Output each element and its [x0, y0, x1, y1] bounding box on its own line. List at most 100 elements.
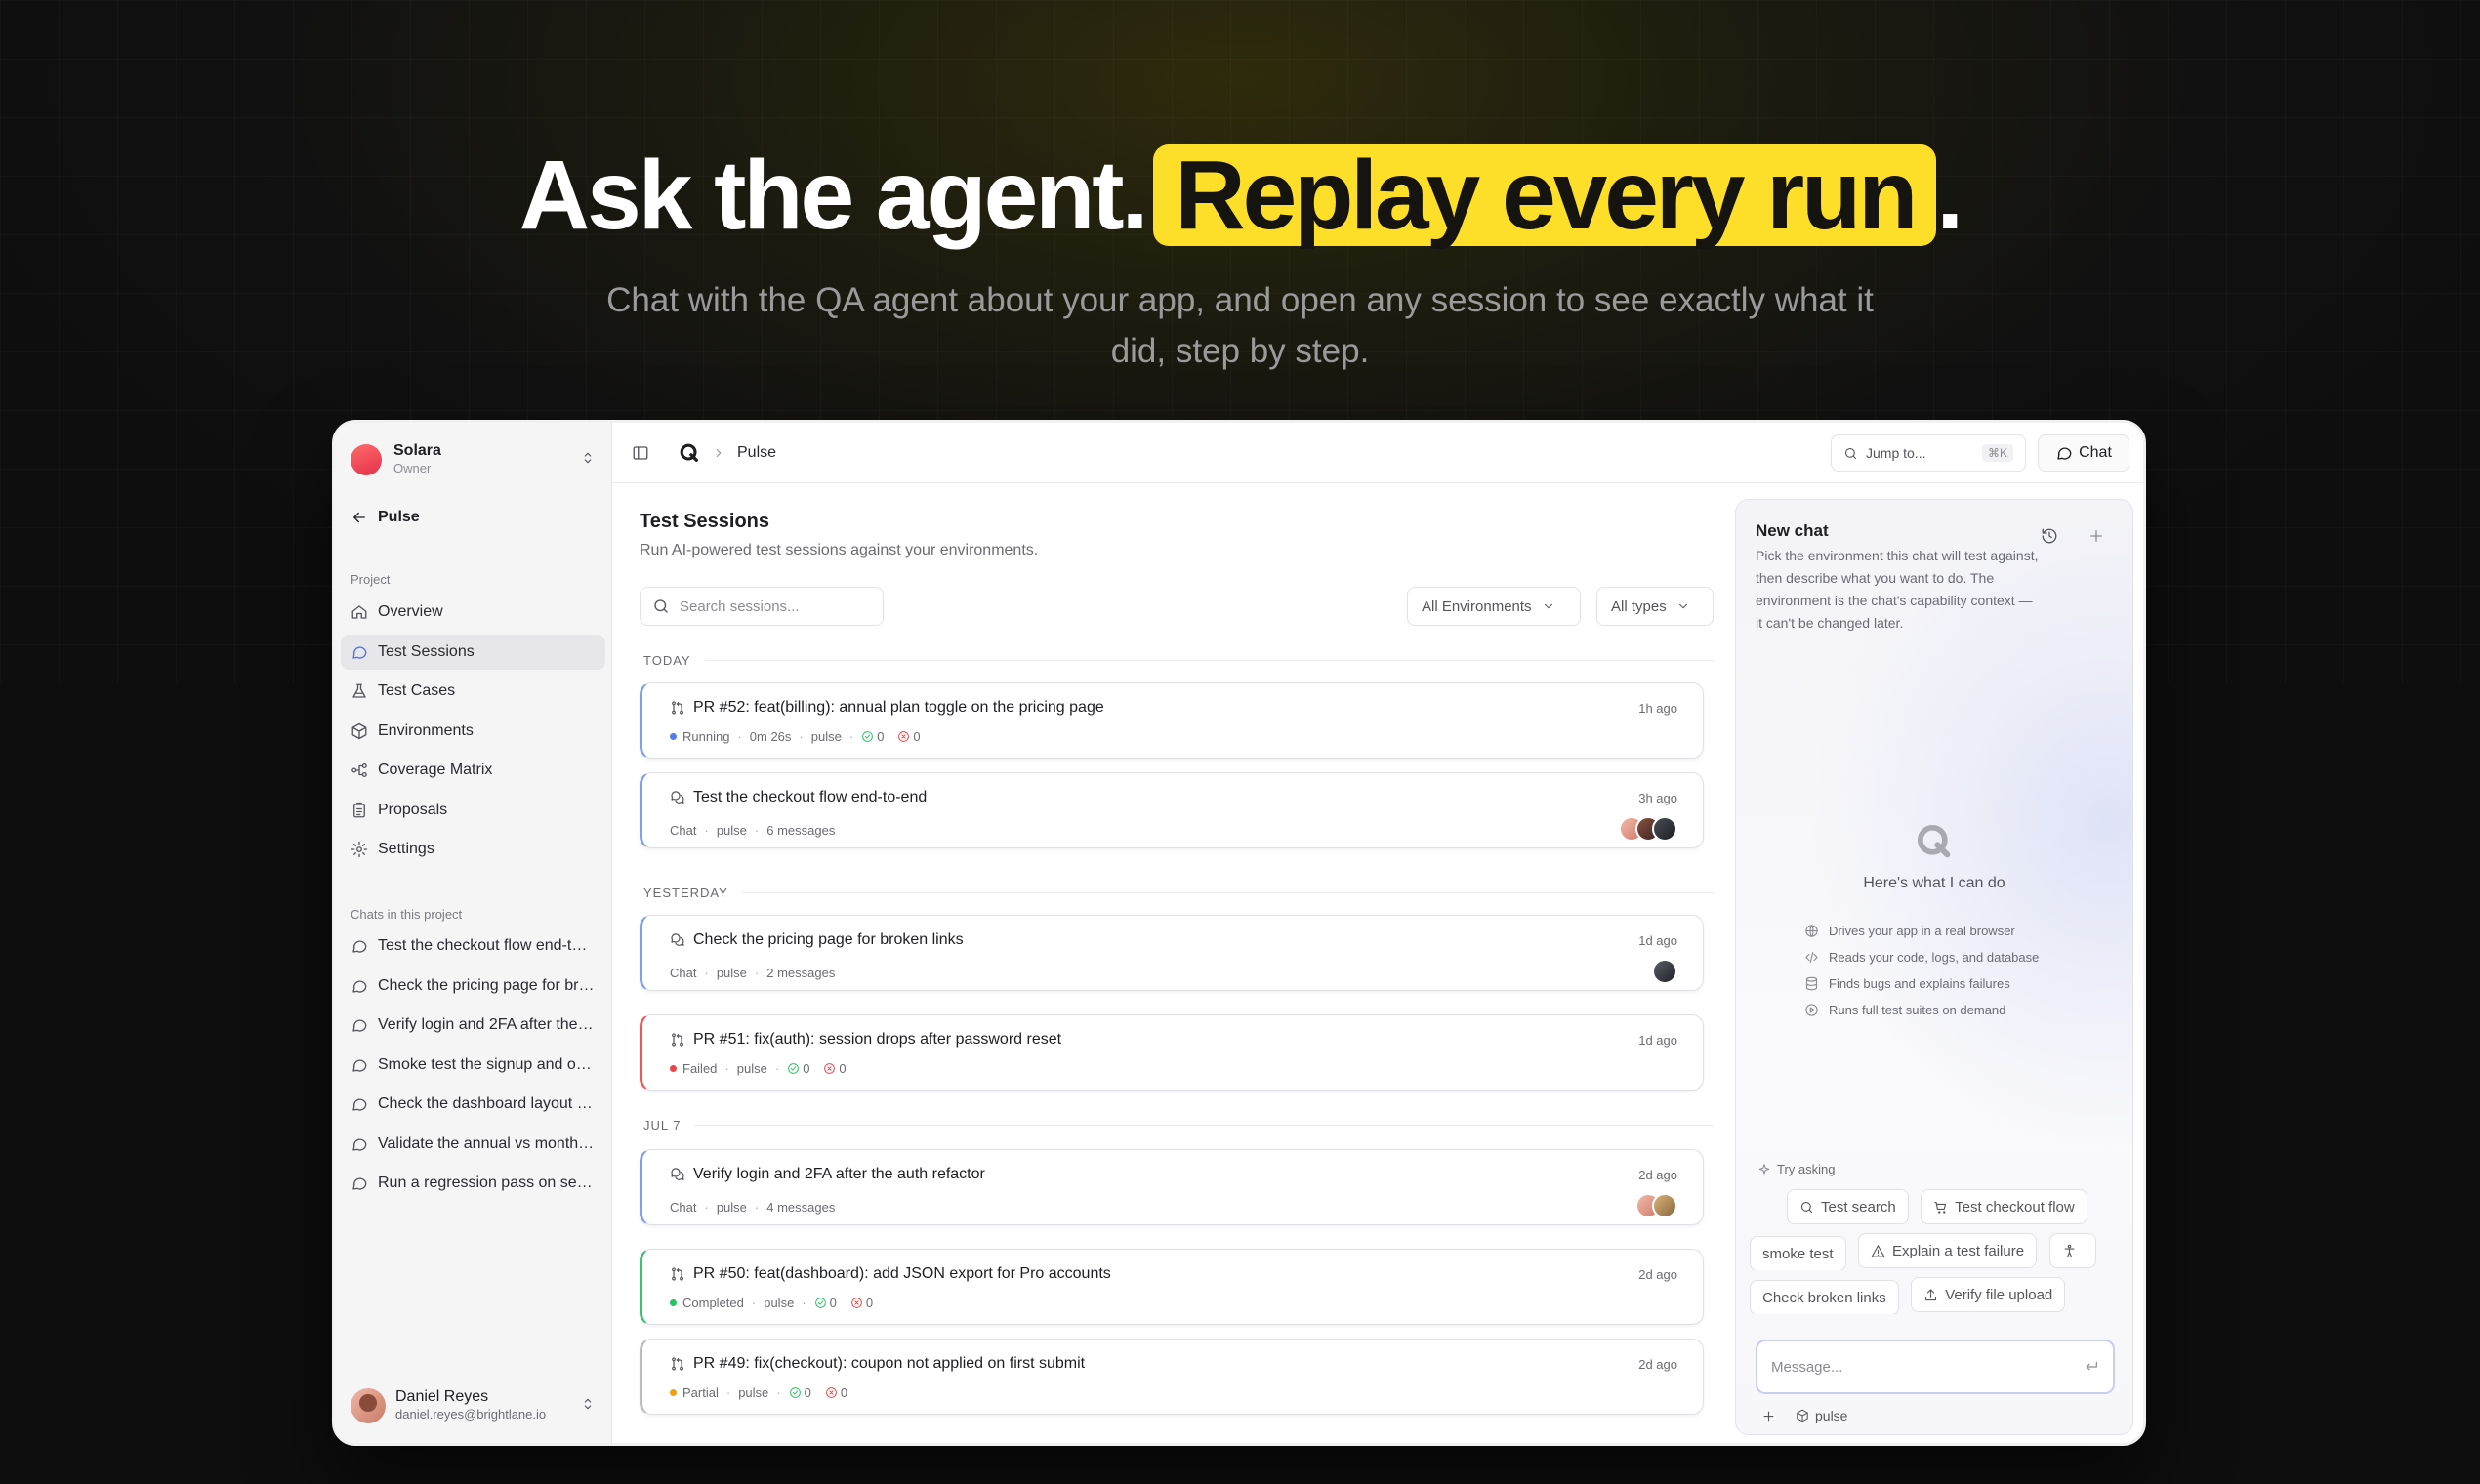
sidebar-item-test-sessions[interactable]: Test Sessions: [341, 634, 605, 670]
suggestion-chip[interactable]: Check broken links: [1750, 1280, 1899, 1314]
session-card[interactable]: Check the pricing page for broken links …: [640, 915, 1704, 991]
chat-button[interactable]: Chat: [2038, 434, 2129, 472]
sidebar-item-coverage-matrix[interactable]: Coverage Matrix: [341, 753, 605, 788]
back-to-project-link[interactable]: Pulse: [351, 509, 420, 526]
capabilities-header: Here's what I can do: [1736, 822, 2132, 892]
session-card[interactable]: PR #51: fix(auth): session drops after p…: [640, 1014, 1704, 1091]
environment-label: pulse: [1815, 1408, 1848, 1423]
hero-title-plain: Ask the agent.: [518, 141, 1148, 250]
chat-bubble-icon: [351, 1135, 378, 1153]
sidebar-chat-item[interactable]: Check the pricing page for broken links: [341, 969, 605, 1004]
session-duration: 0m 26s: [749, 729, 792, 744]
status-badge: Completed: [682, 1296, 744, 1310]
breadcrumb-project[interactable]: Pulse: [737, 444, 776, 462]
session-time: 1d ago: [1638, 1033, 1677, 1048]
session-card[interactable]: Test the checkout flow end-to-end 3h ago…: [640, 772, 1704, 848]
enter-icon[interactable]: [2084, 1359, 2099, 1375]
search-icon: [1799, 1200, 1821, 1215]
capability-text: Reads your code, logs, and database: [1829, 950, 2040, 965]
sidebar-chat-item[interactable]: Verify login and 2FA after the auth refa…: [341, 1008, 605, 1043]
hero: Ask the agent. Replay every run. Chat wit…: [0, 137, 2480, 377]
avatar: [351, 1388, 386, 1423]
sidebar-item-overview[interactable]: Overview: [341, 595, 605, 630]
jump-to-button[interactable]: Jump to... ⌘K: [1831, 434, 2026, 472]
search-placeholder: Search sessions...: [680, 598, 800, 615]
status-badge: Partial: [682, 1385, 719, 1400]
org-role: Owner: [393, 461, 432, 475]
cart-icon: [1933, 1200, 1955, 1215]
group-label-jul-7: JUL 7: [643, 1118, 1714, 1133]
sidebar-chat-item[interactable]: Validate the annual vs monthly pricing t…: [341, 1127, 605, 1162]
sidebar-item-proposals[interactable]: Proposals: [341, 793, 605, 828]
check-circle-icon: [814, 1297, 830, 1309]
upload-icon: [1923, 1288, 1945, 1302]
suggestion-chip[interactable]: Test search: [1787, 1189, 1909, 1224]
search-input[interactable]: Search sessions...: [640, 587, 884, 626]
session-card[interactable]: PR #50: feat(dashboard): add JSON export…: [640, 1249, 1704, 1325]
session-env: pulse: [716, 823, 747, 838]
chats-nav: Test the checkout flow end-to-end Check …: [341, 928, 605, 1206]
suggestion-chip[interactable]: Test checkout flow: [1921, 1189, 2087, 1224]
sidebar-chat-label: Run a regression pass on settings: [378, 1175, 595, 1191]
hero-title: Ask the agent. Replay every run.: [0, 137, 2480, 254]
participant-avatars: [1635, 1193, 1677, 1218]
network-icon: [351, 762, 378, 779]
code-icon: [1804, 950, 1829, 965]
message-input[interactable]: Message...: [1756, 1340, 2115, 1394]
suggestion-chip[interactable]: Verify file upload: [1911, 1277, 2066, 1312]
pass-count: 0: [804, 1385, 811, 1400]
capability-text: Runs full test suites on demand: [1829, 1003, 2006, 1017]
main-area: Pulse Jump to... ⌘K Chat Test Sessions R…: [612, 423, 2143, 1443]
chevron-down-icon: [1532, 599, 1555, 613]
sidebar-item-test-cases[interactable]: Test Cases: [341, 674, 605, 709]
suggestion-chip[interactable]: [2048, 1233, 2096, 1268]
plus-icon[interactable]: [1761, 1409, 1776, 1423]
pass-count: 0: [803, 1061, 810, 1076]
plus-icon[interactable]: [2087, 527, 2105, 545]
sidebar-chat-item[interactable]: Check the dashboard layout on mobile: [341, 1087, 605, 1122]
cube-icon: [351, 722, 378, 740]
hero-subtitle: Chat with the QA agent about your app, a…: [606, 281, 1874, 370]
sidebar-item-settings[interactable]: Settings: [341, 832, 605, 867]
user-name: Daniel Reyes: [395, 1388, 489, 1405]
jump-label: Jump to...: [1866, 445, 1926, 461]
session-time: 1h ago: [1638, 701, 1677, 716]
sidebar-item-environments[interactable]: Environments: [341, 714, 605, 749]
sidebar-item-label: Settings: [378, 841, 434, 857]
session-time: 2d ago: [1638, 1267, 1677, 1282]
chats-section-label: Chats in this project: [351, 907, 463, 922]
sidebar-chat-item[interactable]: Test the checkout flow end-to-end: [341, 928, 605, 964]
fail-count: 0: [840, 1385, 848, 1400]
org-switcher[interactable]: Solara Owner: [351, 436, 596, 483]
sidebar-chat-item[interactable]: Run a regression pass on settings: [341, 1166, 605, 1201]
pull-request-icon: [670, 1266, 693, 1282]
message-count: 6 messages: [766, 823, 836, 838]
chevron-updown-icon: [580, 450, 596, 466]
capabilities-list: Drives your app in a real browser Reads …: [1804, 918, 2039, 1023]
session-card[interactable]: PR #49: fix(checkout): coupon not applie…: [640, 1339, 1704, 1415]
breadcrumb: Pulse: [679, 442, 776, 464]
session-title: PR #50: feat(dashboard): add JSON export…: [693, 1265, 1111, 1282]
environment-filter[interactable]: All Environments: [1407, 587, 1581, 626]
history-icon[interactable]: [2041, 527, 2058, 545]
type-filter[interactable]: All types: [1596, 587, 1714, 626]
app-logo-icon[interactable]: [679, 442, 700, 464]
suggestion-chip[interactable]: Explain a test failure: [1857, 1233, 2038, 1268]
user-menu[interactable]: Daniel Reyes daniel.reyes@brightlane.io: [351, 1379, 596, 1433]
session-card[interactable]: PR #52: feat(billing): annual plan toggl…: [640, 682, 1704, 759]
app-window: Solara Owner Pulse Project Overview Test…: [332, 420, 2146, 1446]
environment-selector[interactable]: pulse: [1796, 1408, 1847, 1423]
suggestion-chip[interactable]: smoke test: [1750, 1236, 1846, 1270]
session-title: Check the pricing page for broken links: [693, 931, 964, 948]
message-count: 4 messages: [766, 1200, 836, 1215]
check-circle-icon: [789, 1386, 805, 1399]
app-logo-icon: [1915, 822, 1954, 861]
cube-icon: [1796, 1409, 1809, 1422]
session-type: Chat: [670, 966, 697, 980]
session-card[interactable]: Verify login and 2FA after the auth refa…: [640, 1149, 1704, 1225]
sidebar-chat-label: Check the dashboard layout on mobile: [378, 1095, 595, 1112]
page-subtitle: Run AI-powered test sessions against you…: [640, 542, 1039, 558]
sidebar-toggle-icon[interactable]: [632, 444, 649, 462]
sidebar-chat-item[interactable]: Smoke test the signup and onboarding flo…: [341, 1048, 605, 1083]
suggestion-row: Test search Test checkout flow: [1787, 1189, 2119, 1226]
